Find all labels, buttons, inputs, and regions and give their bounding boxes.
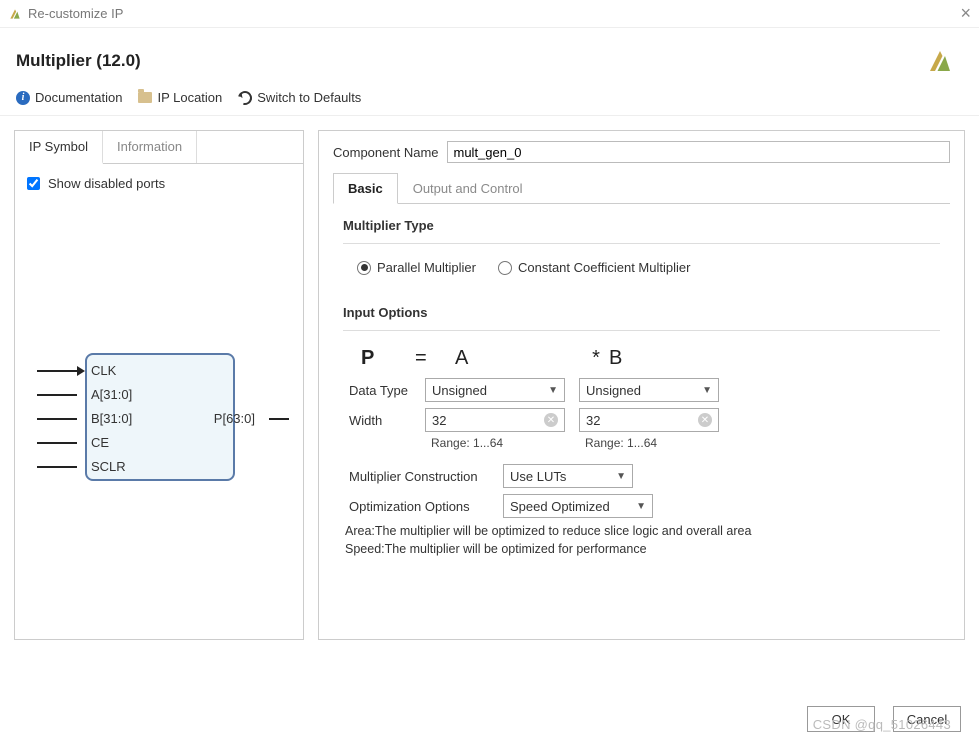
multiplier-type-radios: Parallel Multiplier Constant Coefficient… [357,260,940,275]
documentation-label: Documentation [35,90,122,105]
width-b-value: 32 [586,413,600,428]
port-ce-label: CE [91,435,109,450]
multiplier-type-section: Multiplier Type Parallel Multiplier Cons… [333,218,950,301]
data-type-b-value: Unsigned [586,383,641,398]
page-title: Multiplier (12.0) [16,51,141,71]
show-disabled-ports-label: Show disabled ports [48,176,165,191]
switch-defaults-label: Switch to Defaults [257,90,361,105]
range-a: Range: 1...64 [431,436,585,450]
radio-parallel-label: Parallel Multiplier [377,260,476,275]
ip-location-link[interactable]: IP Location [138,90,222,105]
folder-icon [138,92,152,103]
data-type-label: Data Type [343,383,425,398]
clear-icon[interactable]: ✕ [698,413,712,427]
xilinx-logo-icon [925,46,955,76]
clear-icon[interactable]: ✕ [544,413,558,427]
multiplier-type-title: Multiplier Type [343,218,940,233]
window-titlebar: Re-customize IP × [0,0,979,28]
width-b-input[interactable]: 32 ✕ [579,408,719,432]
eq-a: A [455,347,583,370]
component-name-label: Component Name [333,145,439,160]
switch-defaults-link[interactable]: Switch to Defaults [238,90,361,105]
width-row: Width 32 ✕ 32 ✕ [343,408,940,432]
left-tabs: IP Symbol Information [15,131,303,164]
width-a-input[interactable]: 32 ✕ [425,408,565,432]
radio-constant-coefficient[interactable]: Constant Coefficient Multiplier [498,260,690,275]
component-name-row: Component Name [333,141,950,163]
equation-row: P = A * B [355,347,940,370]
data-type-a-value: Unsigned [432,383,487,398]
port-b: B[31:0] [37,411,132,426]
show-disabled-ports-input[interactable] [27,177,40,190]
chevron-down-icon: ▼ [636,501,646,512]
eq-equals: = [415,347,455,370]
main-body: IP Symbol Information Show disabled port… [0,116,979,654]
optimization-select[interactable]: Speed Optimized ▼ [503,494,653,518]
range-row: Range: 1...64 Range: 1...64 [343,436,940,450]
documentation-link[interactable]: i Documentation [16,90,122,105]
optimization-value: Speed Optimized [510,499,610,514]
desc-area: Area:The multiplier will be optimized to… [345,524,940,538]
data-type-a-select[interactable]: Unsigned ▼ [425,378,565,402]
width-label: Width [343,413,425,428]
port-b-label: B[31:0] [91,411,132,426]
tab-information[interactable]: Information [103,131,197,163]
construction-label: Multiplier Construction [343,469,503,484]
eq-star: * [583,347,609,370]
construction-select[interactable]: Use LUTs ▼ [503,464,633,488]
range-b: Range: 1...64 [585,436,739,450]
optimization-label: Optimization Options [343,499,503,514]
port-p: P[63:0] [214,411,289,426]
app-logo-icon [8,7,22,21]
left-panel: IP Symbol Information Show disabled port… [14,130,304,640]
data-type-b-select[interactable]: Unsigned ▼ [579,378,719,402]
info-icon: i [16,91,30,105]
eq-b: B [609,347,759,370]
ip-location-label: IP Location [157,90,222,105]
config-tabs: Basic Output and Control [333,173,950,204]
chevron-down-icon: ▼ [616,471,626,482]
dialog-footer: OK Cancel [807,706,961,732]
radio-constant-label: Constant Coefficient Multiplier [518,260,690,275]
input-options-title: Input Options [343,305,940,320]
left-panel-body: Show disabled ports CLK A[31:0] B[31:0] [15,164,303,639]
port-a-label: A[31:0] [91,387,132,402]
tab-output-control[interactable]: Output and Control [398,173,538,203]
eq-p: P [355,347,415,370]
port-clk: CLK [37,363,116,378]
right-panel: Component Name Basic Output and Control … [318,130,965,640]
construction-row: Multiplier Construction Use LUTs ▼ [343,464,940,488]
radio-parallel-multiplier[interactable]: Parallel Multiplier [357,260,476,275]
window-close-button[interactable]: × [960,3,971,24]
desc-speed: Speed:The multiplier will be optimized f… [345,542,940,556]
tab-basic[interactable]: Basic [333,173,398,204]
port-sclr-label: SCLR [91,459,126,474]
port-ce: CE [37,435,109,450]
refresh-icon [236,88,255,107]
port-p-label: P[63:0] [214,411,255,426]
input-options-section: Input Options P = A * B Data Type Unsign… [333,305,950,562]
chevron-down-icon: ▼ [702,385,712,396]
construction-value: Use LUTs [510,469,566,484]
data-type-row: Data Type Unsigned ▼ Unsigned ▼ [343,378,940,402]
show-disabled-ports-checkbox[interactable]: Show disabled ports [23,174,295,193]
radio-dot-filled-icon [357,261,371,275]
cancel-button[interactable]: Cancel [893,706,961,732]
chevron-down-icon: ▼ [548,385,558,396]
ip-symbol-canvas: CLK A[31:0] B[31:0] CE SCLR [23,293,295,573]
port-sclr: SCLR [37,459,126,474]
optimization-row: Optimization Options Speed Optimized ▼ [343,494,940,518]
port-clk-label: CLK [91,363,116,378]
window-title: Re-customize IP [28,6,123,21]
width-a-value: 32 [432,413,446,428]
page-header: Multiplier (12.0) [0,28,979,86]
ok-button[interactable]: OK [807,706,875,732]
toolbar: i Documentation IP Location Switch to De… [0,86,979,116]
port-a: A[31:0] [37,387,132,402]
component-name-input[interactable] [447,141,951,163]
radio-dot-empty-icon [498,261,512,275]
tab-ip-symbol[interactable]: IP Symbol [15,131,103,164]
